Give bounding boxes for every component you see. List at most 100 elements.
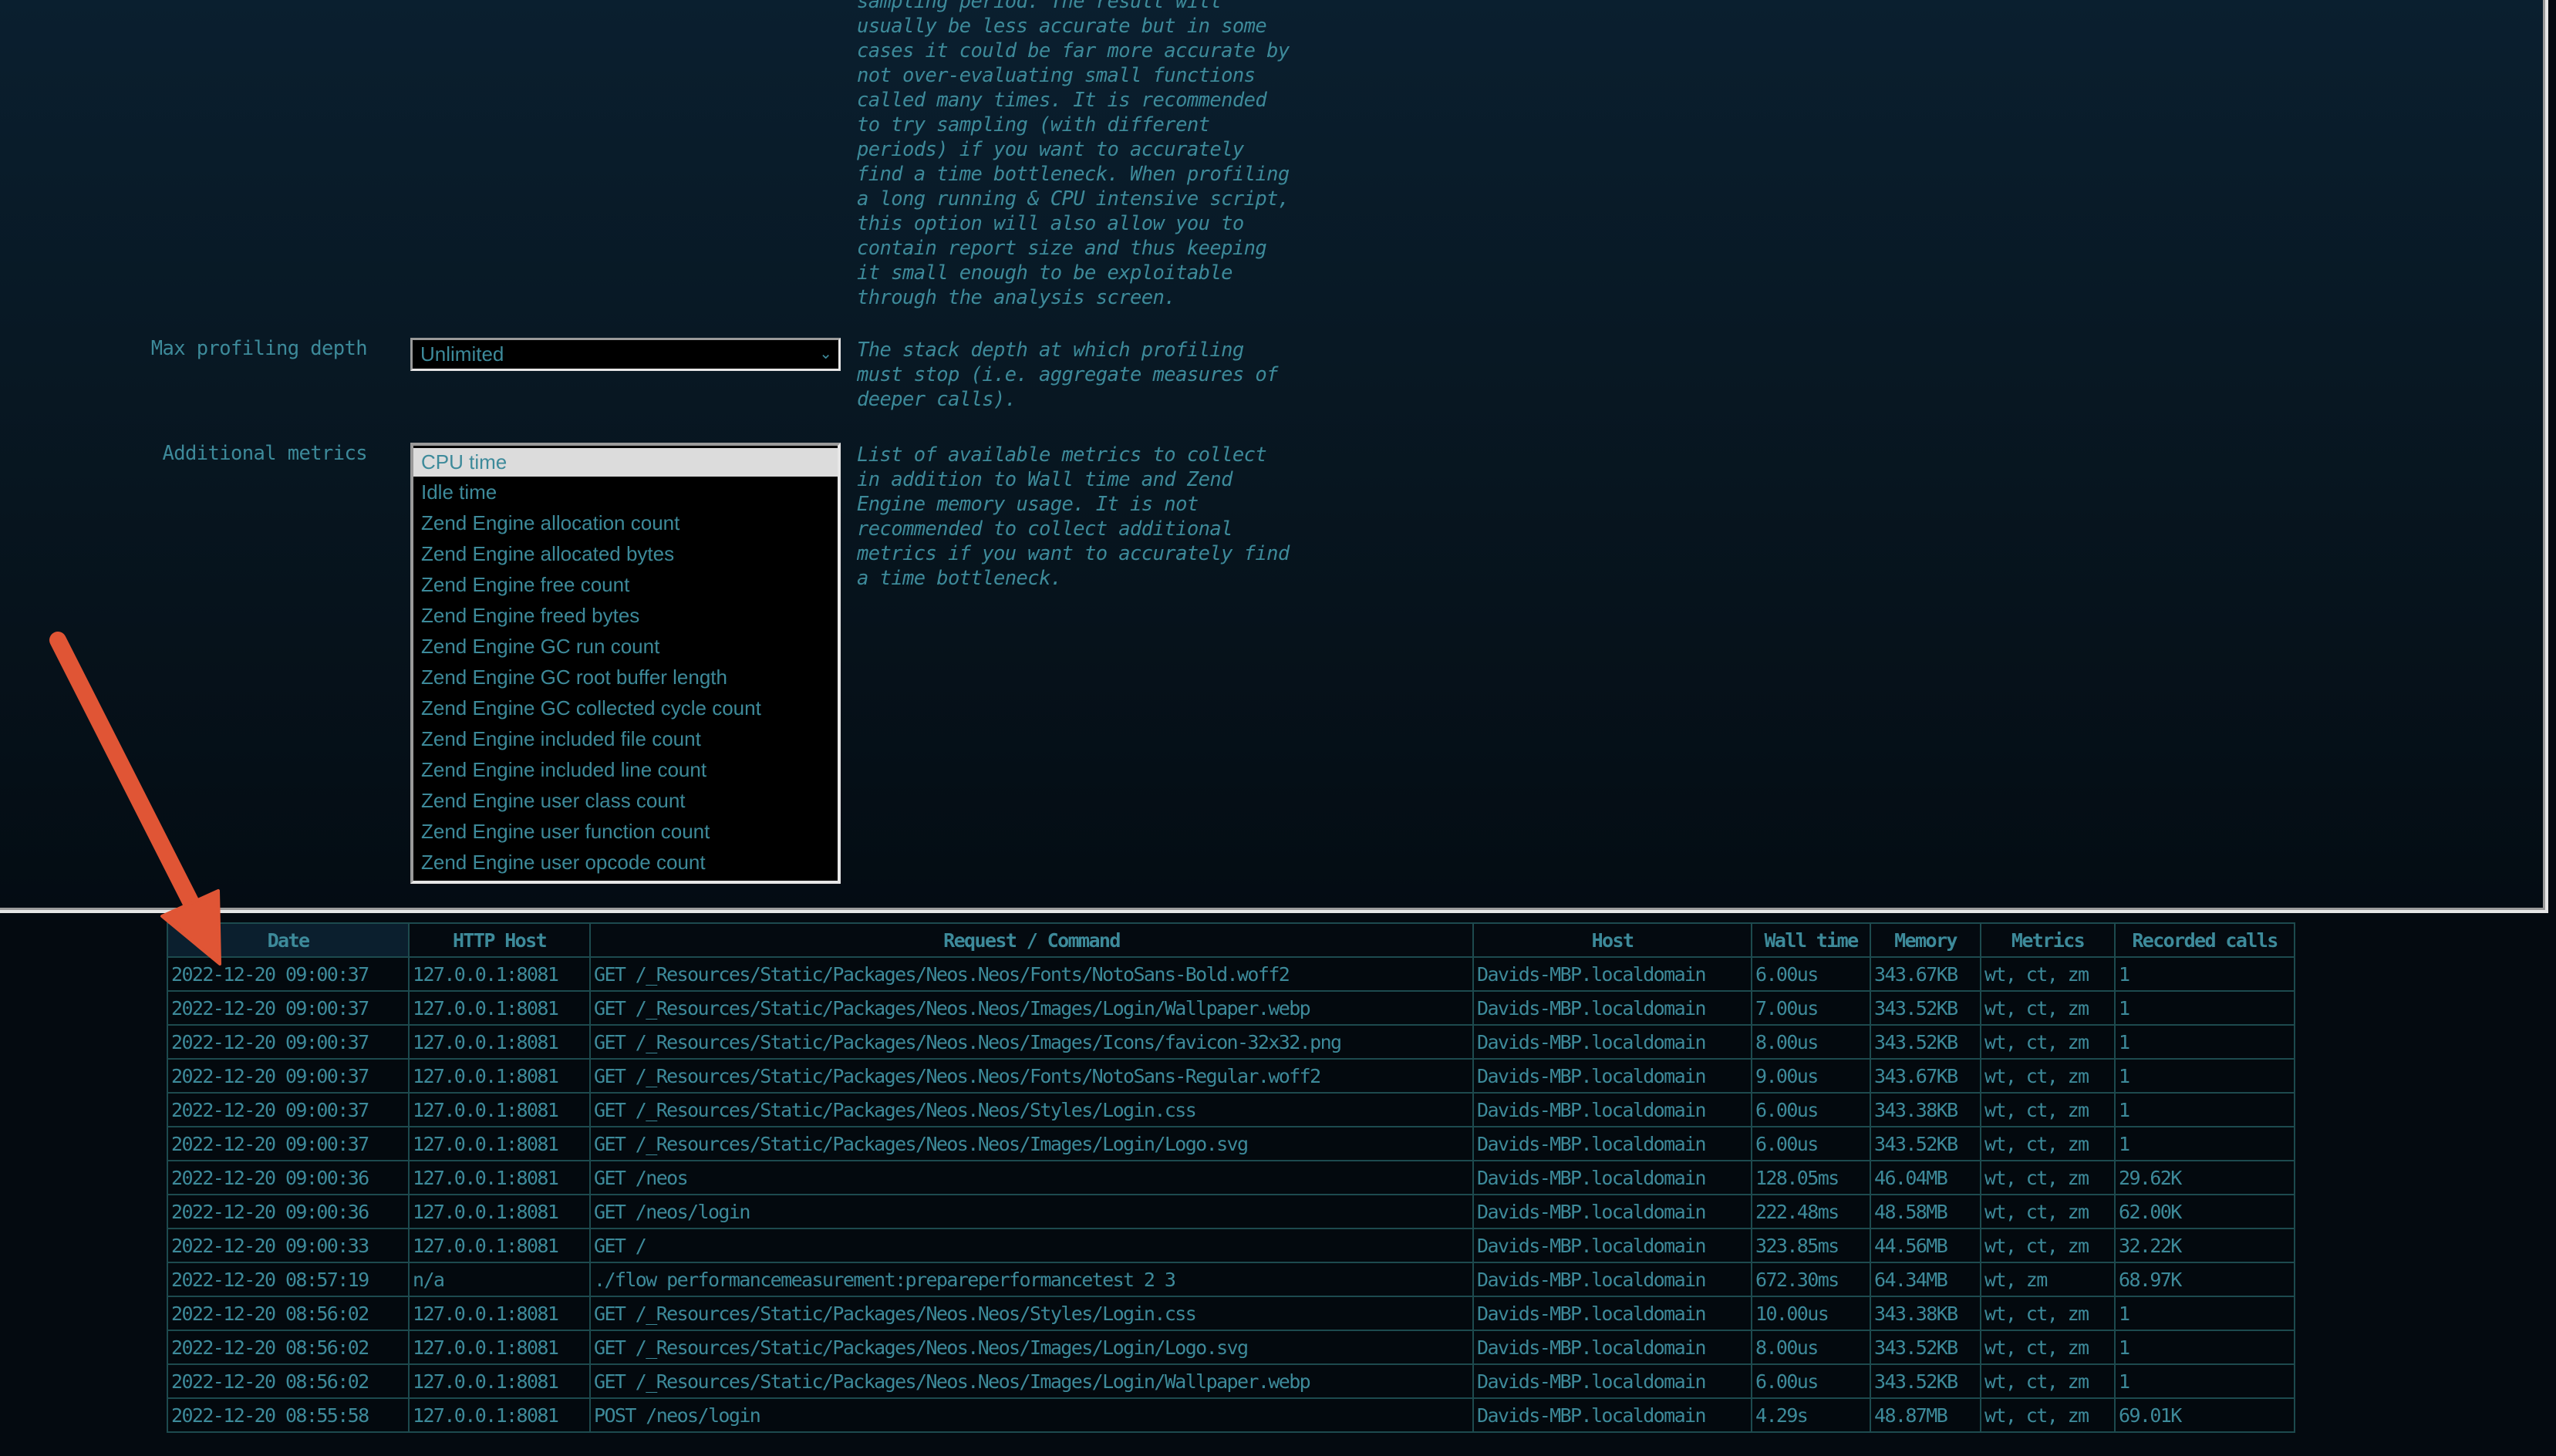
cell-request[interactable]: GET /	[589, 1228, 1474, 1263]
cell-request[interactable]: ./flow performancemeasurement:prepareper…	[589, 1262, 1474, 1297]
cell-request[interactable]: GET /neos	[589, 1160, 1474, 1195]
column-header-http-host[interactable]: HTTP Host	[408, 922, 591, 958]
cell-memory: 343.52KB	[1870, 1330, 1981, 1365]
additional-metrics-description: List of available metrics to collect in …	[857, 443, 1290, 590]
column-header-wall-time[interactable]: Wall time	[1751, 922, 1871, 958]
table-row[interactable]: 2022-12-20 09:00:37 127.0.0.1:8081 GET /_R…	[167, 990, 2295, 1026]
column-header-memory[interactable]: Memory	[1870, 922, 1981, 958]
cell-memory: 343.52KB	[1870, 1126, 1981, 1161]
column-header-recorded-calls[interactable]: Recorded calls	[2114, 922, 2295, 958]
cell-memory: 343.67KB	[1870, 956, 1981, 992]
cell-request[interactable]: GET /_Resources/Static/Packages/Neos.Neo…	[589, 990, 1474, 1026]
cell-host: Davids-MBP.localdomain	[1472, 1194, 1752, 1229]
cell-http-host: 127.0.0.1:8081	[408, 1058, 591, 1094]
cell-wall-time: 672.30ms	[1751, 1262, 1871, 1297]
table-row[interactable]: 2022-12-20 09:00:37 127.0.0.1:8081 GET /_R…	[167, 1126, 2295, 1161]
cell-metrics: wt, ct, zm	[1980, 1024, 2116, 1060]
cell-metrics: wt, ct, zm	[1980, 1330, 2116, 1365]
sampling-description: sampling period. The result will usually…	[857, 0, 1290, 309]
table-row[interactable]: 2022-12-20 08:56:02 127.0.0.1:8081 GET /_R…	[167, 1296, 2295, 1331]
table-row[interactable]: 2022-12-20 09:00:37 127.0.0.1:8081 GET /_R…	[167, 1092, 2295, 1127]
cell-http-host: 127.0.0.1:8081	[408, 1092, 591, 1127]
metric-option[interactable]: Zend Engine included line count	[413, 754, 838, 785]
cell-request[interactable]: GET /_Resources/Static/Packages/Neos.Neo…	[589, 1296, 1474, 1331]
max-depth-select[interactable]: Unlimited ⌄	[410, 338, 841, 371]
cell-metrics: wt, ct, zm	[1980, 956, 2116, 992]
cell-request[interactable]: POST /neos/login	[589, 1397, 1474, 1433]
cell-recorded-calls: 29.62K	[2114, 1160, 2295, 1195]
cell-request[interactable]: GET /_Resources/Static/Packages/Neos.Neo…	[589, 1363, 1474, 1399]
cell-wall-time: 222.48ms	[1751, 1194, 1871, 1229]
table-row[interactable]: 2022-12-20 08:57:19 n/a ./flow performance…	[167, 1262, 2295, 1297]
additional-metrics-listbox[interactable]: CPU time Idle time Zend Engine allocation …	[410, 443, 841, 884]
metric-option[interactable]: Zend Engine allocated bytes	[413, 538, 838, 569]
metric-option[interactable]: CPU time	[413, 446, 838, 477]
cell-wall-time: 8.00us	[1751, 1330, 1871, 1365]
chevron-down-icon: ⌄	[819, 345, 832, 362]
cell-host: Davids-MBP.localdomain	[1472, 956, 1752, 992]
metric-option[interactable]: Zend Engine allocation count	[413, 507, 838, 538]
metric-option[interactable]: Zend Engine included file count	[413, 723, 838, 754]
profiling-settings-panel: sampling period. The result will usually…	[0, 0, 2548, 913]
cell-memory: 343.52KB	[1870, 1024, 1981, 1060]
cell-request[interactable]: GET /_Resources/Static/Packages/Neos.Neo…	[589, 1330, 1474, 1365]
table-row[interactable]: 2022-12-20 09:00:36 127.0.0.1:8081 GET /ne…	[167, 1160, 2295, 1195]
cell-memory: 343.52KB	[1870, 1363, 1981, 1399]
cell-date: 2022-12-20 09:00:37	[167, 1058, 410, 1094]
cell-request[interactable]: GET /_Resources/Static/Packages/Neos.Neo…	[589, 1058, 1474, 1094]
table-row[interactable]: 2022-12-20 09:00:33 127.0.0.1:8081 GET / Da…	[167, 1228, 2295, 1263]
cell-wall-time: 10.00us	[1751, 1296, 1871, 1331]
cell-request[interactable]: GET /_Resources/Static/Packages/Neos.Neo…	[589, 956, 1474, 992]
table-row[interactable]: 2022-12-20 09:00:37 127.0.0.1:8081 GET /_R…	[167, 1058, 2295, 1094]
cell-request[interactable]: GET /neos/login	[589, 1194, 1474, 1229]
cell-memory: 64.34MB	[1870, 1262, 1981, 1297]
cell-recorded-calls: 32.22K	[2114, 1228, 2295, 1263]
cell-memory: 48.58MB	[1870, 1194, 1981, 1229]
metric-option[interactable]: Zend Engine GC run count	[413, 631, 838, 662]
metric-option[interactable]: Zend Engine freed bytes	[413, 600, 838, 631]
cell-wall-time: 4.29s	[1751, 1397, 1871, 1433]
column-header-request[interactable]: Request / Command	[589, 922, 1474, 958]
cell-date: 2022-12-20 08:56:02	[167, 1296, 410, 1331]
profiling-runs-table: Date HTTP Host Request / Command Host Wa…	[167, 922, 2295, 1433]
cell-recorded-calls: 1	[2114, 1363, 2295, 1399]
cell-recorded-calls: 1	[2114, 1024, 2295, 1060]
metric-option[interactable]: Zend Engine GC root buffer length	[413, 662, 838, 693]
cell-request[interactable]: GET /_Resources/Static/Packages/Neos.Neo…	[589, 1126, 1474, 1161]
metric-option[interactable]: Zend Engine free count	[413, 569, 838, 600]
metric-option[interactable]: Zend Engine GC collected cycle count	[413, 693, 838, 723]
metric-option[interactable]: Zend Engine user class count	[413, 785, 838, 816]
cell-request[interactable]: GET /_Resources/Static/Packages/Neos.Neo…	[589, 1024, 1474, 1060]
table-row[interactable]: 2022-12-20 09:00:36 127.0.0.1:8081 GET /ne…	[167, 1194, 2295, 1229]
cell-http-host: 127.0.0.1:8081	[408, 1330, 591, 1365]
cell-request[interactable]: GET /_Resources/Static/Packages/Neos.Neo…	[589, 1092, 1474, 1127]
table-row[interactable]: 2022-12-20 08:55:58 127.0.0.1:8081 POST /n…	[167, 1397, 2295, 1433]
cell-recorded-calls: 1	[2114, 990, 2295, 1026]
metric-option[interactable]: Zend Engine user opcode count	[413, 847, 838, 878]
cell-host: Davids-MBP.localdomain	[1472, 1296, 1752, 1331]
table-row[interactable]: 2022-12-20 08:56:02 127.0.0.1:8081 GET /_R…	[167, 1330, 2295, 1365]
table-row[interactable]: 2022-12-20 09:00:37 127.0.0.1:8081 GET /_R…	[167, 956, 2295, 992]
table-row[interactable]: 2022-12-20 09:00:37 127.0.0.1:8081 GET /_R…	[167, 1024, 2295, 1060]
metric-option[interactable]: Idle time	[413, 477, 838, 507]
cell-host: Davids-MBP.localdomain	[1472, 1024, 1752, 1060]
cell-recorded-calls: 1	[2114, 1058, 2295, 1094]
max-depth-value: Unlimited	[420, 342, 504, 366]
column-header-host[interactable]: Host	[1472, 922, 1752, 958]
column-header-metrics[interactable]: Metrics	[1980, 922, 2116, 958]
cell-metrics: wt, ct, zm	[1980, 1397, 2116, 1433]
cell-metrics: wt, ct, zm	[1980, 1363, 2116, 1399]
cell-date: 2022-12-20 09:00:36	[167, 1194, 410, 1229]
metric-option[interactable]: Zend Engine user function count	[413, 816, 838, 847]
column-header-date[interactable]: Date	[167, 922, 410, 958]
cell-date: 2022-12-20 09:00:37	[167, 956, 410, 992]
cell-metrics: wt, ct, zm	[1980, 990, 2116, 1026]
cell-http-host: 127.0.0.1:8081	[408, 1194, 591, 1229]
cell-host: Davids-MBP.localdomain	[1472, 1126, 1752, 1161]
cell-wall-time: 6.00us	[1751, 1126, 1871, 1161]
cell-http-host: 127.0.0.1:8081	[408, 1126, 591, 1161]
table-row[interactable]: 2022-12-20 08:56:02 127.0.0.1:8081 GET /_R…	[167, 1363, 2295, 1399]
cell-memory: 343.38KB	[1870, 1092, 1981, 1127]
cell-metrics: wt, ct, zm	[1980, 1160, 2116, 1195]
cell-memory: 343.52KB	[1870, 990, 1981, 1026]
